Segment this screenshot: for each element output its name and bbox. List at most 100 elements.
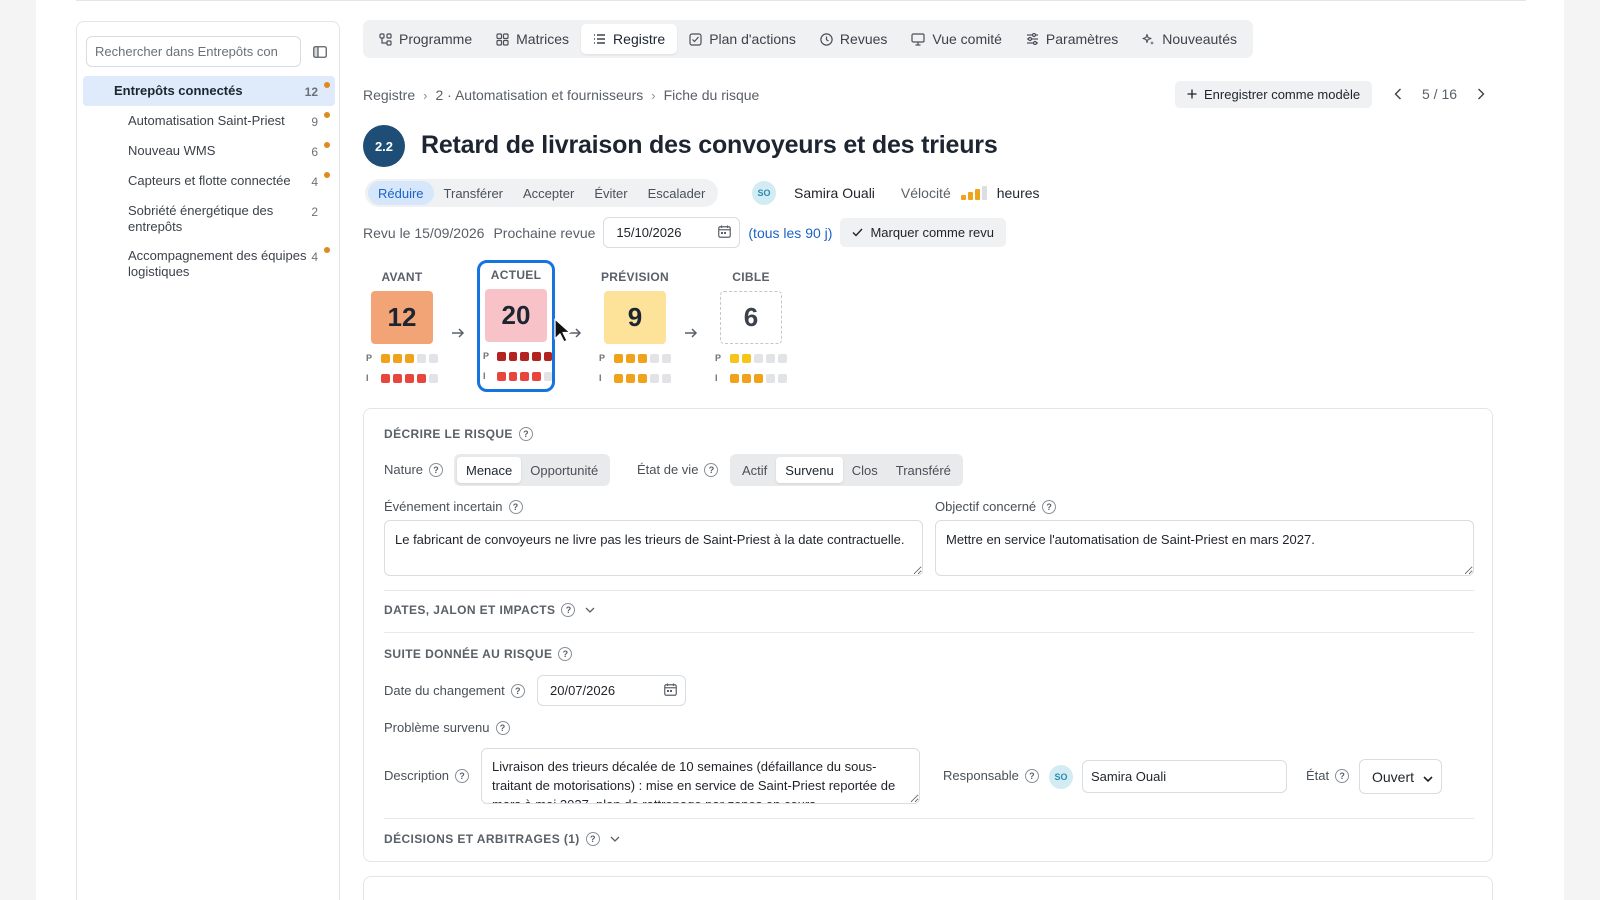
score-caption: ACTUEL (490, 268, 542, 282)
help-icon[interactable]: ? (1042, 499, 1057, 514)
scale-pip (405, 373, 414, 383)
scale-pip (638, 353, 647, 363)
score-card-actuel[interactable]: ACTUEL 20 P I (477, 260, 555, 392)
tab-registre[interactable]: Registre (581, 24, 678, 54)
checkbox-icon (689, 32, 702, 46)
sidebar-search-input[interactable] (86, 36, 301, 67)
responsible-label: Responsable ? (943, 768, 1039, 783)
sidebar-item-label: Nouveau WMS (128, 143, 216, 158)
tab-matrices[interactable]: Matrices (484, 24, 581, 54)
impact-scale: I (363, 373, 441, 383)
score-caption: CIBLE (732, 270, 770, 284)
page-title: Retard de livraison des convoyeurs et de… (421, 131, 998, 159)
strategy-option[interactable]: Accepter (513, 181, 584, 205)
sidebar-item[interactable]: Nouveau WMS 6 (83, 136, 335, 166)
owner-name[interactable]: Samira Ouali (794, 185, 875, 201)
tab-nouveautés[interactable]: Nouveautés (1130, 24, 1249, 54)
impact-scale: I (596, 373, 674, 383)
help-icon[interactable]: ? (518, 427, 533, 441)
follow-up-section-title: SUITE DONNÉE AU RISQUE ? (384, 647, 573, 661)
description-label: Description ? (384, 768, 470, 783)
velocity-label: Vélocité (900, 185, 951, 201)
lifecycle-state-label: État de vie ? (637, 462, 719, 477)
score-card-avant[interactable]: AVANT 12 P I (363, 262, 441, 383)
tab-paramètres[interactable]: Paramètres (1014, 24, 1130, 54)
help-icon[interactable]: ? (495, 720, 510, 735)
objective-textarea[interactable] (935, 520, 1474, 576)
scale-pip (393, 373, 402, 383)
score-card-prévision[interactable]: PRÉVISION 9 P I (596, 262, 674, 383)
help-icon[interactable]: ? (510, 683, 525, 698)
tab-revues[interactable]: Revues (808, 24, 899, 54)
strategy-option[interactable]: Réduire (368, 181, 434, 205)
scale-pip (742, 353, 751, 363)
tab-programme[interactable]: Programme (367, 24, 484, 54)
sidebar-toggle-icon[interactable] (310, 42, 330, 62)
next-review-date-input[interactable]: 15/10/2026 (603, 217, 741, 248)
tab-label: Nouveautés (1162, 31, 1237, 47)
description-textarea[interactable] (481, 748, 920, 804)
mark-reviewed-label: Marquer comme revu (870, 225, 994, 240)
lifecycle-state-option[interactable]: Transféré (887, 457, 960, 483)
objective-label-text: Objectif concerné (935, 499, 1037, 514)
score-value: 20 (485, 289, 547, 342)
scale-pip (730, 373, 739, 383)
avatar: SO (1049, 765, 1073, 789)
score-card-cible[interactable]: CIBLE 6 P I (712, 262, 790, 383)
dates-section-toggle[interactable]: DATES, JALON ET IMPACTS ? (384, 603, 595, 617)
lifecycle-state-option[interactable]: Survenu (776, 457, 843, 483)
uncertain-event-textarea[interactable] (384, 520, 923, 576)
breadcrumb-category[interactable]: 2 · Automatisation et fournisseurs (435, 87, 643, 103)
top-divider (76, 0, 1526, 1)
scale-key: P (715, 353, 722, 363)
next-review-date: 15/10/2026 (616, 225, 682, 240)
save-as-template-button[interactable]: Enregistrer comme modèle (1175, 81, 1373, 108)
help-icon[interactable]: ? (1335, 768, 1350, 783)
lifecycle-state-option[interactable]: Clos (843, 457, 887, 483)
sidebar-item[interactable]: Automatisation Saint-Priest 9 (83, 106, 335, 136)
help-icon[interactable]: ? (585, 832, 600, 846)
uncertain-event-label: Événement incertain ? (384, 499, 523, 514)
sidebar-item[interactable]: Capteurs et flotte connectée 4 (83, 166, 335, 196)
strategy-option[interactable]: Éviter (584, 181, 637, 205)
tab-plan-d-actions[interactable]: Plan d'actions (677, 24, 808, 54)
help-icon[interactable]: ? (558, 647, 573, 661)
sidebar-item[interactable]: Sobriété énergétique des entrepôts 2 (83, 196, 335, 241)
sidebar-item-label: Accompagnement des équipes logistiques (128, 248, 307, 279)
scale-pip (543, 371, 553, 381)
review-frequency-link[interactable]: (tous les 90 j) (748, 225, 832, 241)
change-date-input[interactable]: 20/07/2026 (537, 675, 686, 706)
tab-vue-comité[interactable]: Vue comité (899, 24, 1014, 54)
chevron-down-icon (585, 607, 595, 613)
arrow-right-icon (450, 325, 466, 341)
help-icon[interactable]: ? (561, 603, 576, 617)
score-caption: PRÉVISION (600, 270, 670, 284)
help-icon[interactable]: ? (429, 462, 444, 477)
chevron-right-icon[interactable] (1473, 84, 1489, 104)
help-icon[interactable]: ? (704, 462, 719, 477)
responsible-input[interactable] (1082, 760, 1287, 793)
attention-dot-icon (324, 247, 330, 253)
strategy-option[interactable]: Transférer (434, 181, 513, 205)
sidebar-item[interactable]: Accompagnement des équipes logistiques 4 (83, 241, 335, 286)
help-icon[interactable]: ? (455, 768, 470, 783)
velocity-bar (974, 189, 980, 200)
decisions-section-toggle[interactable]: DÉCISIONS ET ARBITRAGES (1) ? (384, 832, 620, 846)
nature-option[interactable]: Menace (457, 457, 522, 483)
score-value: 6 (720, 291, 782, 344)
sidebar-item-root[interactable]: Entrepôts connectés 12 (83, 76, 335, 106)
mark-reviewed-button[interactable]: Marquer comme revu (840, 218, 1006, 247)
chevron-left-icon[interactable] (1390, 84, 1406, 104)
follow-up-title-text: SUITE DONNÉE AU RISQUE (384, 647, 553, 661)
state-label-text: État de vie (637, 462, 699, 477)
status-select[interactable]: Ouvert (1359, 759, 1442, 794)
lifecycle-state-option[interactable]: Actif (733, 457, 776, 483)
nature-option[interactable]: Opportunité (521, 457, 607, 483)
help-icon[interactable]: ? (508, 499, 523, 514)
sidebar: Entrepôts connectés 12 Automatisation Sain… (76, 21, 340, 900)
breadcrumb-registre[interactable]: Registre (363, 87, 415, 103)
strategy-option[interactable]: Escalader (638, 181, 716, 205)
help-icon[interactable]: ? (1024, 768, 1039, 783)
tab-label: Registre (613, 31, 666, 47)
change-date-label-text: Date du changement (384, 683, 505, 698)
